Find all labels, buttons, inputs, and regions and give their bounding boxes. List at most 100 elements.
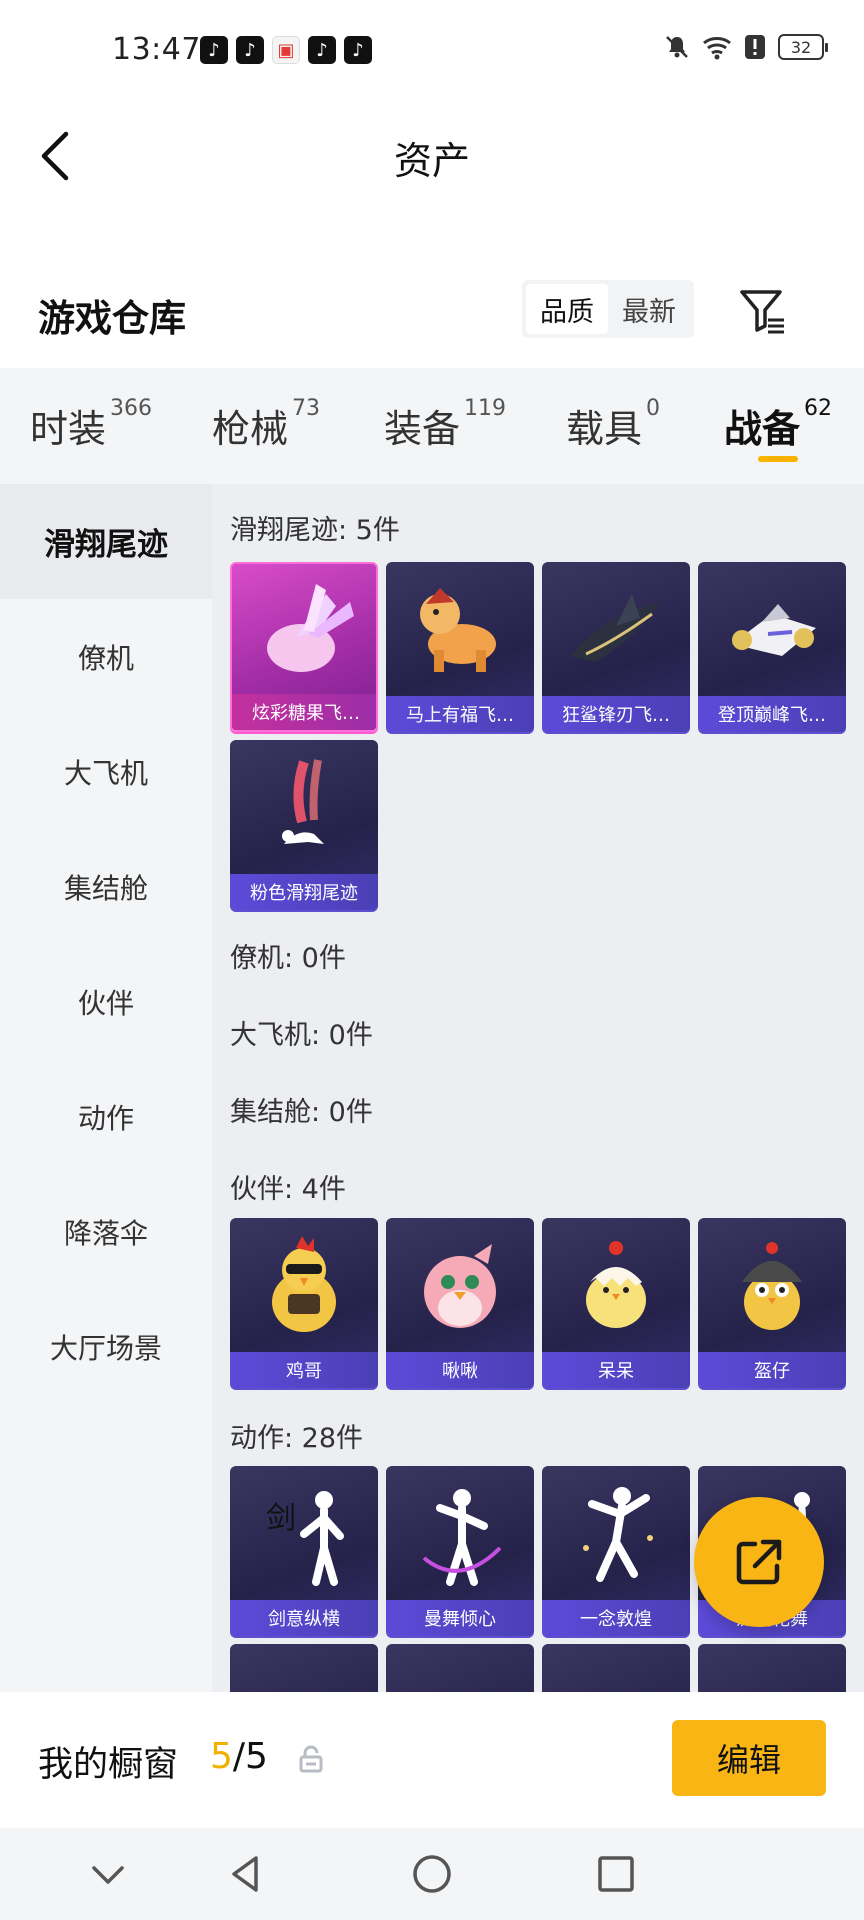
item-card[interactable]: 呆呆 (542, 1218, 690, 1388)
item-card[interactable]: 马上有福飞… (386, 562, 534, 732)
lock-icon (299, 1745, 323, 1773)
graceful-dance-emote-art (386, 1466, 534, 1600)
sidebar-item-emote[interactable]: 动作 (0, 1059, 212, 1174)
section-title-glide: 滑翔尾迹: 5件 (230, 515, 400, 546)
tab-battle-gear[interactable]: 战备 62 (724, 396, 833, 453)
item-card[interactable]: 一念敦煌 (542, 1466, 690, 1636)
candy-glider-art (232, 564, 376, 698)
tab-label: 战备 (724, 407, 801, 451)
showcase-title: 我的橱窗 (38, 1745, 179, 1785)
item-card[interactable]: 登顶巅峰飞… (698, 562, 846, 732)
item-name: 炫彩糖果飞… (232, 694, 376, 730)
tab-label: 载具 (566, 407, 643, 451)
tiktok-icon: ♪ (200, 36, 228, 64)
recents-square-icon[interactable] (592, 1850, 640, 1898)
tab-label: 枪械 (212, 407, 289, 451)
tab-count: 366 (110, 396, 153, 421)
item-card[interactable]: 盔仔 (698, 1218, 846, 1388)
pink-bird-partner-art (386, 1218, 534, 1352)
sidebar-item-partner[interactable]: 伙伴 (0, 944, 212, 1059)
section-title-wingman: 僚机: 0件 (230, 943, 346, 974)
tiktok-icon: ♪ (308, 36, 336, 64)
item-card[interactable]: 狂鲨锋刃飞… (542, 562, 690, 732)
tab-weapons[interactable]: 枪械 73 (212, 396, 321, 453)
chick-partner-art (542, 1218, 690, 1352)
showcase-total: 5 (245, 1736, 268, 1777)
showcase-separator: / (232, 1736, 246, 1777)
showcase-count: 5/5 (210, 1736, 268, 1777)
item-name: 啾啾 (386, 1352, 534, 1388)
sword-dance-emote-art: 剑 (230, 1466, 378, 1600)
item-card[interactable] (542, 1644, 690, 1692)
sidebar-item-lobby-scene[interactable]: 大厅场景 (0, 1289, 212, 1404)
section-title-emote: 动作: 28件 (230, 1423, 364, 1454)
item-name: 盔仔 (698, 1352, 846, 1388)
rooster-partner-art (230, 1218, 378, 1352)
item-card[interactable]: 炫彩糖果飞… (230, 562, 378, 732)
wifi-icon (703, 37, 731, 60)
sidebar-item-glide-trail[interactable]: 滑翔尾迹 (0, 484, 212, 599)
tiktok-icon: ♪ (344, 36, 372, 64)
item-card[interactable] (698, 1644, 846, 1692)
item-card[interactable]: 曼舞倾心 (386, 1466, 534, 1636)
tab-count: 0 (646, 396, 661, 421)
active-tab-indicator (758, 456, 798, 462)
svg-text:剑: 剑 (266, 1501, 296, 1536)
showcase-bar: 我的橱窗 5/5 编辑 (0, 1692, 864, 1828)
sort-newest-button[interactable]: 最新 (608, 284, 690, 334)
warehouse-title: 游戏仓库 (38, 297, 186, 340)
battery-indicator: 32 (778, 34, 828, 60)
box-app-icon: ▣ (272, 36, 300, 64)
shark-glider-art (542, 562, 690, 696)
item-name: 鸡哥 (230, 1352, 378, 1388)
sidebar-item-assembly-pod[interactable]: 集结舱 (0, 829, 212, 944)
sidebar-item-big-plane[interactable]: 大飞机 (0, 714, 212, 829)
horse-glider-art (386, 562, 534, 696)
sidebar-item-parachute[interactable]: 降落伞 (0, 1174, 212, 1289)
sidebar: 滑翔尾迹 僚机 大飞机 集结舱 伙伴 动作 降落伞 大厅场景 (0, 484, 212, 1692)
item-name: 登顶巅峰飞… (698, 696, 846, 732)
item-card[interactable] (230, 1644, 378, 1692)
tab-vehicles[interactable]: 载具 0 (566, 396, 661, 453)
alert-icon (745, 35, 765, 59)
sort-toggle: 品质 最新 (522, 280, 694, 338)
tab-count: 73 (292, 396, 321, 421)
chevron-down-icon[interactable] (84, 1850, 132, 1898)
helmet-chick-partner-art (698, 1218, 846, 1352)
item-name: 粉色滑翔尾迹 (230, 874, 378, 910)
item-card[interactable]: 啾啾 (386, 1218, 534, 1388)
share-fab[interactable] (694, 1497, 824, 1627)
item-card[interactable]: 剑 剑意纵横 (230, 1466, 378, 1636)
back-triangle-icon[interactable] (222, 1850, 270, 1898)
filter-icon[interactable] (736, 284, 790, 338)
sort-quality-button[interactable]: 品质 (526, 284, 608, 334)
status-right: 32 (664, 34, 828, 60)
tab-equipment[interactable]: 装备 119 (384, 396, 506, 453)
warehouse-header: 游戏仓库 品质 最新 (0, 270, 864, 360)
item-card[interactable] (386, 1644, 534, 1692)
page-title: 资产 (393, 139, 470, 183)
tab-count: 62 (804, 396, 833, 421)
home-circle-icon[interactable] (408, 1850, 456, 1898)
showcase-current: 5 (210, 1736, 233, 1777)
item-name: 马上有福飞… (386, 696, 534, 732)
item-card[interactable]: 鸡哥 (230, 1218, 378, 1388)
edit-button[interactable]: 编辑 (672, 1720, 826, 1796)
item-name: 曼舞倾心 (386, 1600, 534, 1636)
item-name: 一念敦煌 (542, 1600, 690, 1636)
system-nav-bar (0, 1828, 864, 1920)
section-title-partner: 伙伴: 4件 (230, 1174, 346, 1205)
tab-label: 时装 (30, 407, 107, 451)
category-tabs: 时装 366 枪械 73 装备 119 载具 0 战备 62 (0, 368, 864, 484)
sidebar-item-wingman[interactable]: 僚机 (0, 599, 212, 714)
tab-fashion[interactable]: 时装 366 (30, 396, 153, 453)
jet-glider-art (698, 562, 846, 696)
tab-label: 装备 (384, 407, 461, 451)
item-name: 剑意纵横 (230, 1600, 378, 1636)
status-time: 13:47 (112, 32, 201, 67)
item-card[interactable]: 粉色滑翔尾迹 (230, 740, 378, 910)
section-title-plane: 大飞机: 0件 (230, 1020, 373, 1051)
nav-header: 资产 (0, 100, 864, 210)
status-bar: 13:47 ♪ ♪ ▣ ♪ ♪ 32 (0, 0, 864, 100)
item-name: 狂鲨锋刃飞… (542, 696, 690, 732)
